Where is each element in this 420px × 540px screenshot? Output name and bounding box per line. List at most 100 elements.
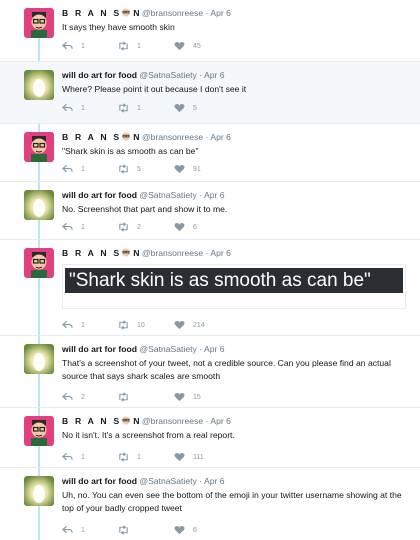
- separator-dot: ·: [205, 248, 209, 258]
- reply-count: 1: [81, 165, 85, 173]
- author-name[interactable]: will do art for food: [62, 190, 137, 200]
- tweet-text: It says they have smooth skin: [62, 22, 175, 32]
- glowing-figure-avatar[interactable]: [24, 476, 54, 506]
- retweet-button[interactable]: 10: [118, 320, 145, 330]
- tweet[interactable]: B R A N S N @bransonreese · Apr 6 It says…: [0, 0, 420, 62]
- reply-button[interactable]: 1: [62, 41, 85, 51]
- retweet-count: 1: [137, 104, 141, 112]
- author-handle[interactable]: @SatnaSatiety: [139, 190, 196, 200]
- like-button[interactable]: 45: [174, 41, 201, 51]
- like-button[interactable]: 15: [174, 392, 201, 402]
- reply-button[interactable]: 1: [62, 103, 85, 113]
- tweet-date[interactable]: Apr 6: [204, 70, 225, 80]
- retweet-button[interactable]: 1: [118, 41, 141, 51]
- tweet-text: No it isn't. It's a screenshot from a re…: [62, 430, 235, 440]
- glowing-figure-avatar[interactable]: [24, 70, 54, 100]
- retweet-icon: [119, 222, 128, 232]
- cartoon-face-avatar[interactable]: [24, 248, 54, 278]
- tweet[interactable]: will do art for food @SatnaSatiety · Apr…: [0, 182, 420, 240]
- retweet-icon: [119, 392, 128, 402]
- cartoon-face-avatar[interactable]: [24, 8, 54, 38]
- avatar-emoji-icon: [121, 248, 131, 257]
- author-name[interactable]: B R A N S: [62, 132, 121, 142]
- reply-count: 1: [81, 104, 85, 112]
- reply-button[interactable]: 1: [62, 320, 85, 330]
- retweet-button[interactable]: [118, 392, 137, 402]
- author-name[interactable]: B R A N S: [62, 416, 121, 426]
- author-handle[interactable]: @SatnaSatiety: [139, 70, 196, 80]
- like-button[interactable]: 111: [174, 452, 204, 462]
- like-count: 5: [193, 104, 197, 112]
- author-name[interactable]: B R A N S: [62, 248, 121, 258]
- attached-screenshot[interactable]: "Shark skin is as smooth as can be": [62, 264, 406, 309]
- retweet-count: 1: [137, 42, 141, 50]
- glowing-figure-avatar[interactable]: [24, 344, 54, 374]
- author-name[interactable]: will do art for food: [62, 476, 137, 486]
- heart-icon: [174, 223, 185, 232]
- author-name-end[interactable]: N: [133, 248, 139, 258]
- like-button[interactable]: 6: [174, 222, 197, 232]
- tweet-date[interactable]: Apr 6: [210, 132, 231, 142]
- separator-dot: ·: [205, 416, 209, 426]
- tweet-text: Where? Please point it out because I don…: [62, 84, 247, 94]
- cartoon-face-avatar[interactable]: [24, 416, 54, 446]
- reply-icon: [62, 103, 73, 112]
- tweet[interactable]: B R A N S N @bransonreese · Apr 6 "Shark …: [0, 124, 420, 182]
- reply-icon: [62, 392, 73, 401]
- like-button[interactable]: 214: [174, 320, 205, 330]
- separator-dot: ·: [199, 190, 203, 200]
- heart-icon: [174, 165, 185, 174]
- retweet-button[interactable]: [118, 525, 137, 535]
- retweet-count: 10: [137, 321, 145, 329]
- tweet-date[interactable]: Apr 6: [210, 416, 231, 426]
- like-count: 91: [193, 165, 201, 173]
- retweet-button[interactable]: 1: [118, 452, 141, 462]
- like-button[interactable]: 91: [174, 164, 201, 174]
- tweet-date[interactable]: Apr 6: [204, 476, 225, 486]
- author-name[interactable]: will do art for food: [62, 70, 137, 80]
- reply-button[interactable]: 2: [62, 392, 85, 402]
- author-handle[interactable]: @bransonreese: [142, 416, 203, 426]
- tweet-date[interactable]: Apr 6: [204, 344, 225, 354]
- tweet-date[interactable]: Apr 6: [210, 8, 231, 18]
- author-name-end[interactable]: N: [133, 8, 139, 18]
- retweet-icon: [119, 452, 128, 462]
- tweet[interactable]: will do art for food @SatnaSatiety · Apr…: [0, 62, 420, 124]
- like-button[interactable]: 6: [174, 525, 197, 535]
- author-handle[interactable]: @SatnaSatiety: [139, 344, 196, 354]
- like-count: 15: [193, 393, 201, 401]
- tweet-header: B R A N S N @bransonreese · Apr 6: [62, 8, 412, 19]
- author-name[interactable]: B R A N S: [62, 8, 121, 18]
- author-name[interactable]: will do art for food: [62, 344, 137, 354]
- tweet[interactable]: will do art for food @SatnaSatiety · Apr…: [0, 336, 420, 408]
- tweet-header: B R A N S N @bransonreese · Apr 6: [62, 416, 412, 427]
- retweet-button[interactable]: 5: [118, 164, 141, 174]
- tweet-date[interactable]: Apr 6: [204, 190, 225, 200]
- author-handle[interactable]: @bransonreese: [142, 248, 203, 258]
- author-handle[interactable]: @bransonreese: [142, 8, 203, 18]
- glowing-figure-avatar[interactable]: [24, 190, 54, 220]
- reply-button[interactable]: 1: [62, 525, 85, 535]
- reply-button[interactable]: 1: [62, 452, 85, 462]
- retweet-count: 5: [137, 165, 141, 173]
- reply-count: 1: [81, 526, 85, 534]
- author-name-end[interactable]: N: [133, 416, 139, 426]
- tweet[interactable]: B R A N S N @bransonreese · Apr 6 "Shark …: [0, 240, 420, 336]
- screenshot-text: "Shark skin is as smooth as can be": [65, 268, 403, 293]
- retweet-icon: [119, 103, 128, 113]
- author-handle[interactable]: @bransonreese: [142, 132, 203, 142]
- retweet-button[interactable]: 2: [118, 222, 141, 232]
- like-count: 6: [193, 526, 197, 534]
- tweet-date[interactable]: Apr 6: [210, 248, 231, 258]
- like-button[interactable]: 5: [174, 103, 197, 113]
- tweet[interactable]: will do art for food @SatnaSatiety · Apr…: [0, 468, 420, 540]
- retweet-button[interactable]: 1: [118, 103, 141, 113]
- author-handle[interactable]: @SatnaSatiety: [139, 476, 196, 486]
- author-name-end[interactable]: N: [133, 132, 139, 142]
- tweet[interactable]: B R A N S N @bransonreese · Apr 6 No it i…: [0, 408, 420, 468]
- reply-button[interactable]: 1: [62, 164, 85, 174]
- reply-button[interactable]: 1: [62, 222, 85, 232]
- like-count: 214: [193, 321, 205, 329]
- cartoon-face-avatar[interactable]: [24, 132, 54, 162]
- avatar-emoji-icon: [121, 132, 131, 141]
